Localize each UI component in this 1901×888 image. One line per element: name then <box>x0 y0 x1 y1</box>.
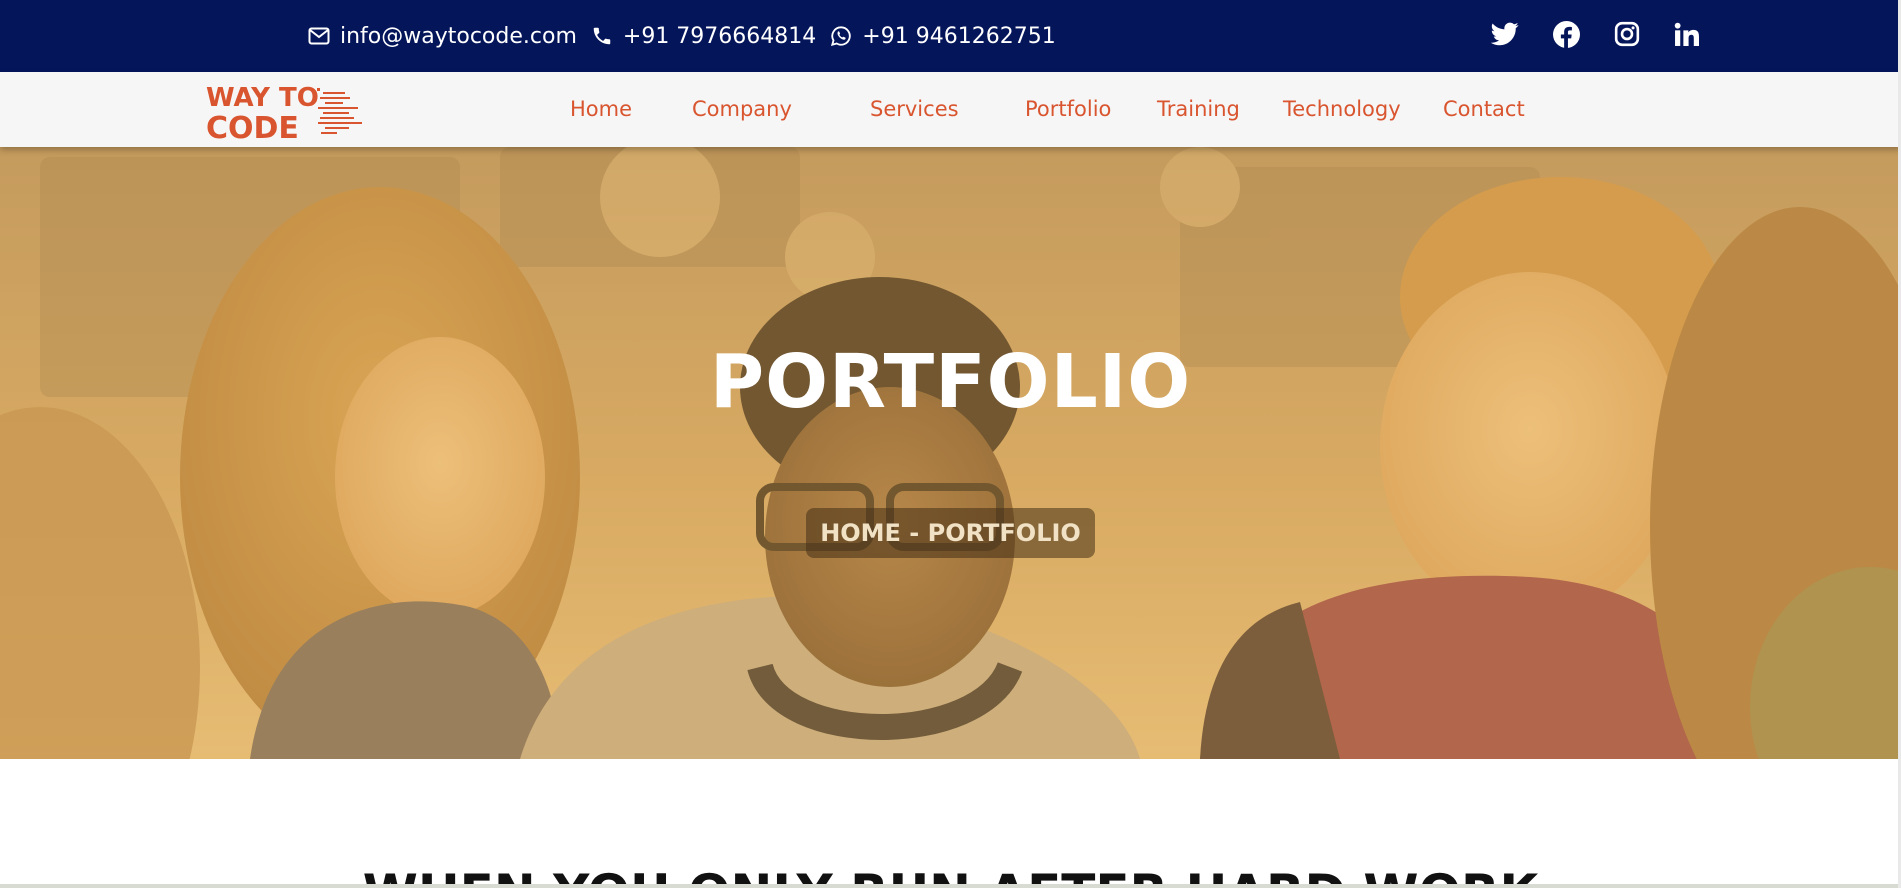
social-links <box>1490 0 1699 72</box>
breadcrumb-wrapper: HOME - PORTFOLIO <box>0 508 1901 558</box>
nav-technology[interactable]: Technology <box>1283 72 1401 147</box>
facebook-icon[interactable] <box>1553 20 1580 52</box>
logo-line-1: WAY TO <box>206 83 319 113</box>
breadcrumb[interactable]: HOME - PORTFOLIO <box>806 508 1095 558</box>
phone-icon <box>591 25 613 47</box>
hero-background-image <box>0 147 1901 759</box>
twitter-icon[interactable] <box>1490 22 1519 50</box>
phone-number[interactable]: +91 7976664814 <box>623 24 816 49</box>
bottom-divider <box>0 884 1901 888</box>
email-contact[interactable]: info@waytocode.com <box>308 24 577 49</box>
nav-services[interactable]: Services <box>870 72 959 147</box>
phone-contact[interactable]: +91 7976664814 <box>591 24 816 49</box>
top-contact-bar: info@waytocode.com +91 7976664814 +91 94… <box>0 0 1901 72</box>
content-section: WHEN YOU ONLY RUN AFTER HARD WORK <box>0 759 1901 888</box>
instagram-icon[interactable] <box>1614 21 1640 51</box>
nav-company[interactable]: Company <box>692 72 792 147</box>
waytocode-logo[interactable]: WAY TO CODE <box>205 78 370 146</box>
page-title: PORTFOLIO <box>709 339 1192 425</box>
nav-contact[interactable]: Contact <box>1443 72 1525 147</box>
nav-portfolio[interactable]: Portfolio <box>1025 72 1111 147</box>
envelope-icon <box>308 27 330 45</box>
email-text[interactable]: info@waytocode.com <box>340 24 577 49</box>
whatsapp-icon <box>830 25 852 47</box>
linkedin-icon[interactable] <box>1674 22 1699 51</box>
whatsapp-number[interactable]: +91 9461262751 <box>862 24 1055 49</box>
nav-home[interactable]: Home <box>570 72 632 147</box>
logo-line-2: CODE <box>206 111 299 143</box>
contact-info: info@waytocode.com +91 7976664814 +91 94… <box>308 0 1060 72</box>
hero-banner <box>0 147 1901 759</box>
nav-training[interactable]: Training <box>1157 72 1240 147</box>
whatsapp-contact[interactable]: +91 9461262751 <box>830 24 1056 49</box>
